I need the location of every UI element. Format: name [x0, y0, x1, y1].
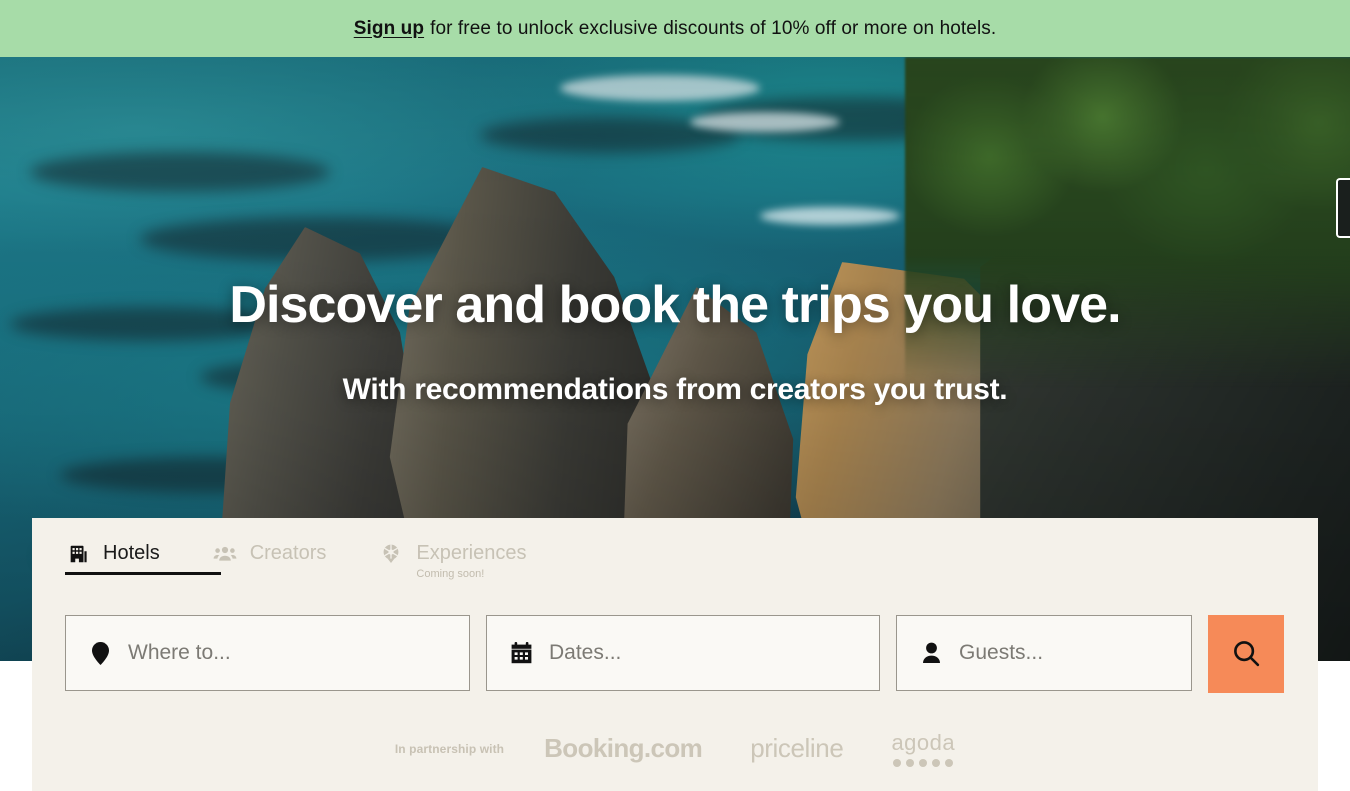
- agoda-logo-dots: [893, 759, 954, 767]
- search-button[interactable]: [1208, 615, 1284, 693]
- promo-banner: Sign up for free to unlock exclusive dis…: [0, 0, 1350, 57]
- guests-placeholder: Guests...: [959, 641, 1044, 664]
- tab-active-underline: [65, 572, 221, 575]
- ferris-wheel-icon: [378, 541, 404, 567]
- dates-field[interactable]: Dates...: [486, 615, 880, 691]
- person-icon: [919, 640, 943, 666]
- signup-link[interactable]: Sign up: [354, 18, 424, 40]
- tab-hotels-label: Hotels: [103, 542, 160, 564]
- search-icon: [1231, 638, 1261, 671]
- tab-creators[interactable]: Creators: [212, 540, 327, 583]
- agoda-logo: agoda: [891, 730, 955, 767]
- priceline-logo: priceline: [750, 733, 844, 763]
- search-tabs: Hotels Creators Experiences Coming soon!: [65, 540, 578, 596]
- tab-experiences[interactable]: Experiences Coming soon!: [378, 540, 526, 596]
- tab-experiences-sublabel: Coming soon!: [416, 568, 485, 580]
- guests-field[interactable]: Guests...: [896, 615, 1192, 691]
- location-pin-icon: [88, 640, 112, 666]
- partnership-prefix: In partnership with: [394, 741, 505, 756]
- hero-subtitle: With recommendations from creators you t…: [342, 373, 1008, 406]
- hero-title: Discover and book the trips you love.: [229, 276, 1121, 334]
- booking-logo: Booking.com: [544, 733, 703, 763]
- where-to-field[interactable]: Where to...: [65, 615, 470, 691]
- dates-placeholder: Dates...: [549, 641, 622, 664]
- tab-experiences-label: Experiences: [416, 542, 527, 564]
- edge-tab-widget[interactable]: [1336, 178, 1350, 238]
- where-to-placeholder: Where to...: [128, 641, 231, 664]
- calendar-icon: [509, 640, 533, 666]
- search-panel: Hotels Creators Experiences Coming soon!…: [32, 518, 1318, 791]
- partner-logos: In partnership with Booking.com pricelin…: [32, 730, 1318, 767]
- tab-hotels[interactable]: Hotels: [65, 540, 221, 583]
- hotel-building-icon: [65, 541, 91, 567]
- promo-message: for free to unlock exclusive discounts o…: [430, 17, 997, 39]
- people-group-icon: [212, 541, 238, 567]
- landing-page: Sign up for free to unlock exclusive dis…: [0, 0, 1350, 791]
- search-fields: Where to... Dates... Guests...: [65, 615, 1284, 693]
- agoda-logo-text: agoda: [891, 730, 956, 755]
- tab-creators-label: Creators: [249, 542, 327, 564]
